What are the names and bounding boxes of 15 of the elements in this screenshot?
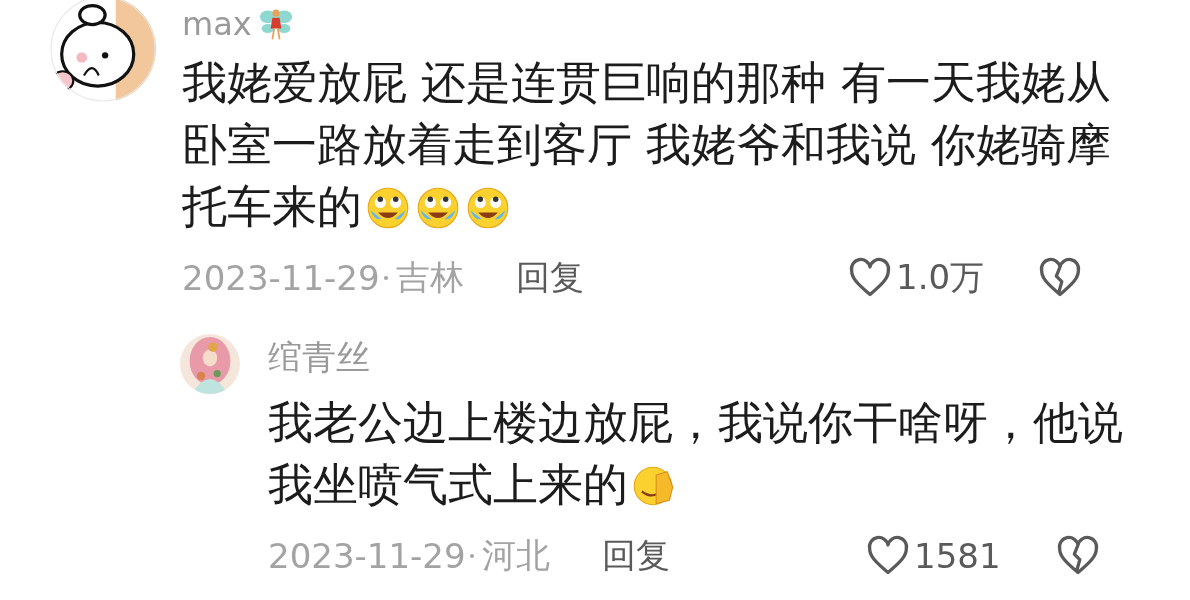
like-count: 1581 bbox=[914, 536, 1001, 576]
reply-link[interactable]: 回复 bbox=[601, 533, 670, 579]
comment-location: 河北 bbox=[481, 534, 550, 577]
avatar bbox=[180, 334, 240, 394]
comment-location: 吉林 bbox=[395, 256, 464, 299]
like-count: 1.0万 bbox=[896, 256, 985, 299]
comment-date: 2023-11-29 bbox=[182, 258, 380, 298]
reply-link[interactable]: 回复 bbox=[515, 255, 584, 301]
crying-laughing-emoji-icon bbox=[466, 186, 510, 230]
crying-laughing-emoji-icon bbox=[366, 186, 410, 230]
comment-text: 我老公边上楼边放屁，我说你干啥呀，他说我坐喷气式上来的 bbox=[268, 395, 1124, 513]
facepalm-emoji-icon bbox=[632, 464, 676, 508]
crying-laughing-emoji-icon bbox=[416, 186, 460, 230]
comment-date: 2023-11-29 bbox=[268, 536, 466, 576]
comment-text: 我姥爱放屁 还是连贯巨响的那种 有一天我姥从卧室一路放着走到客厅 我姥爷和我说 你姥骑摩托车来的 bbox=[182, 55, 1112, 235]
